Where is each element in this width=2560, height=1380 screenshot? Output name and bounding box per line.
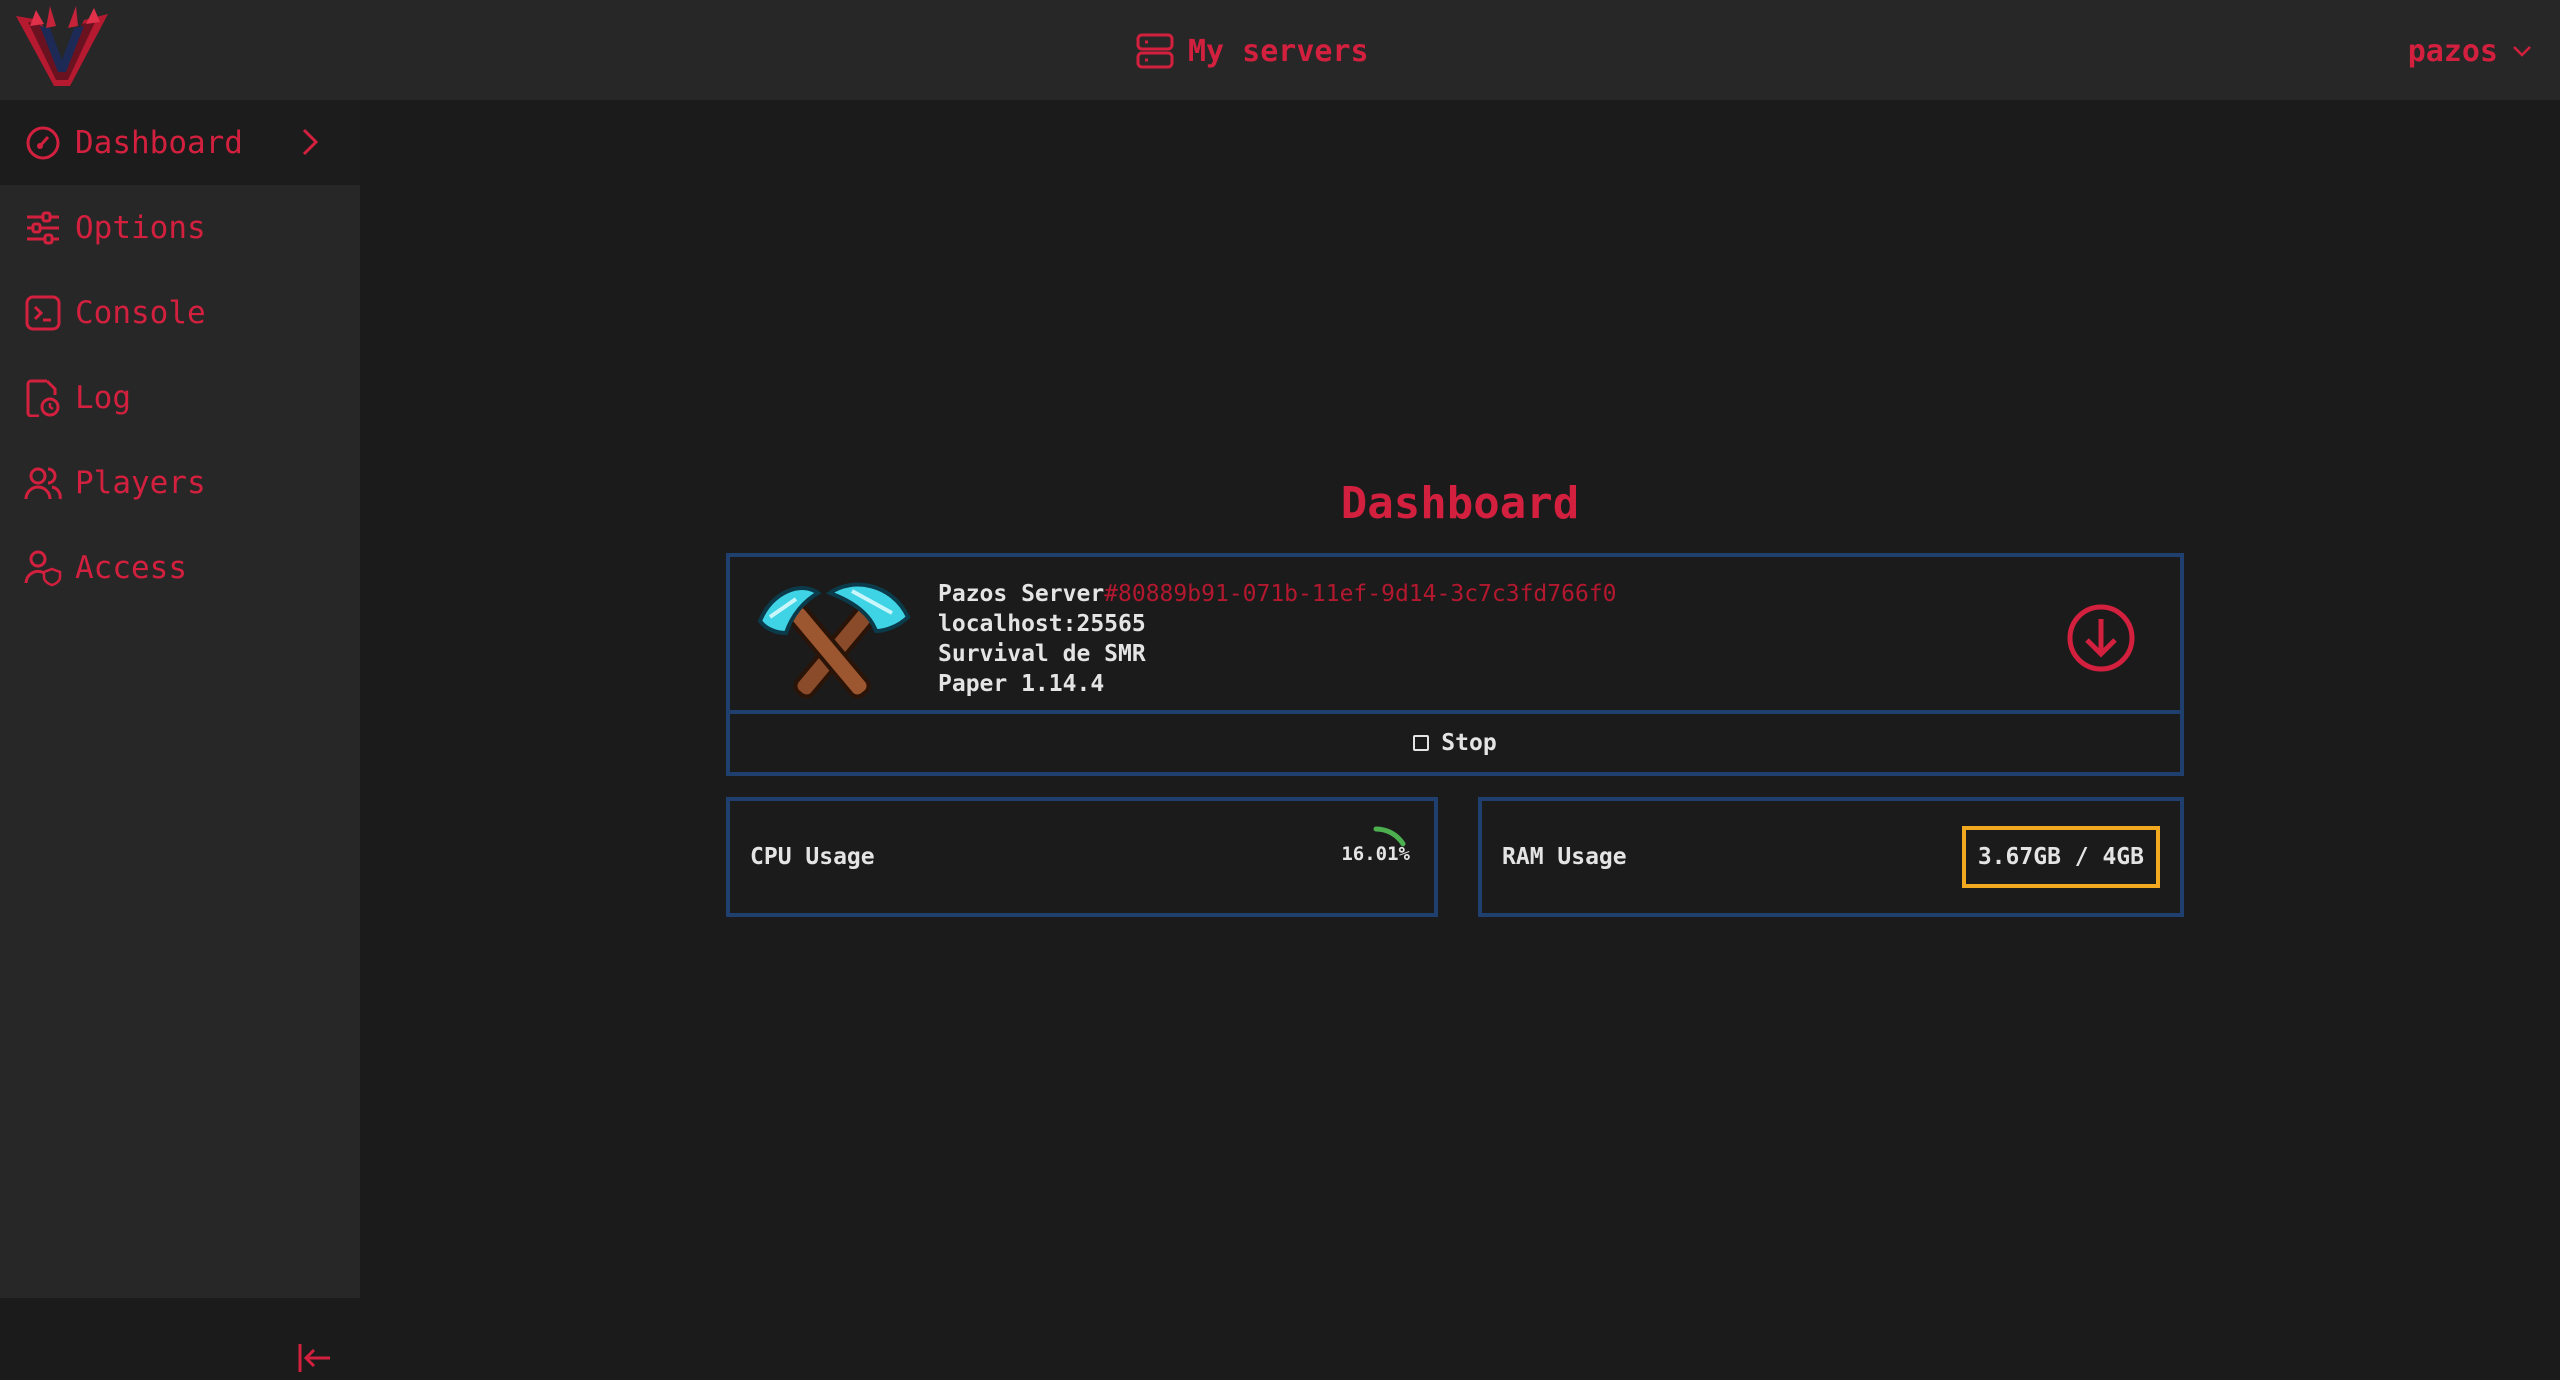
server-address: localhost:25565 xyxy=(938,611,1146,637)
server-logo-crossed-axes xyxy=(757,582,911,699)
collapse-sidebar-icon[interactable] xyxy=(292,1336,336,1380)
sidebar-item-label: Dashboard xyxy=(75,124,243,161)
cpu-usage-label: CPU Usage xyxy=(750,844,875,870)
server-info: Pazos Server#80889b91-071b-11ef-9d14-3c7… xyxy=(938,579,1617,699)
ram-usage-card: RAM Usage 3.67GB / 4GB xyxy=(1478,797,2184,917)
user-shield-icon xyxy=(23,548,63,588)
cpu-usage-value: 16.01% xyxy=(1341,843,1410,865)
sidebar-item-label: Players xyxy=(75,464,206,501)
sidebar-item-label: Log xyxy=(75,379,131,416)
gauge-icon xyxy=(23,123,63,163)
sidebar: Dashboard Options Console Log Players Ac… xyxy=(0,100,360,1372)
server-name-line: Pazos Server#80889b91-071b-11ef-9d14-3c7… xyxy=(938,579,1617,609)
main-content: Dashboard Pazos Server#80889b91-071b-11e… xyxy=(360,100,2560,1298)
sidebar-item-access[interactable]: Access xyxy=(0,525,360,610)
page-title: Dashboard xyxy=(1340,478,1580,529)
sliders-icon xyxy=(23,208,63,248)
download-icon[interactable] xyxy=(2066,603,2136,673)
app-logo[interactable] xyxy=(10,6,114,90)
user-menu[interactable]: pazos xyxy=(2408,30,2532,72)
username: pazos xyxy=(2407,33,2498,69)
stop-icon xyxy=(1413,735,1430,751)
sidebar-item-dashboard[interactable]: Dashboard xyxy=(0,100,360,185)
sidebar-item-log[interactable]: Log xyxy=(0,355,360,440)
my-servers-link[interactable]: My servers xyxy=(1136,30,1369,72)
server-card: Pazos Server#80889b91-071b-11ef-9d14-3c7… xyxy=(726,553,2184,714)
server-uuid: #80889b91-071b-11ef-9d14-3c7c3fd766f0 xyxy=(1104,581,1617,607)
sidebar-item-label: Console xyxy=(75,294,206,331)
sidebar-item-options[interactable]: Options xyxy=(0,185,360,270)
ram-usage-value: 3.67GB / 4GB xyxy=(1961,826,2160,888)
server-version: Paper 1.14.4 xyxy=(938,671,1105,697)
page-header-title: My servers xyxy=(1188,33,1369,69)
stop-button[interactable]: Stop xyxy=(726,714,2184,776)
chevron-down-icon xyxy=(2513,46,2531,57)
sidebar-item-label: Access xyxy=(75,549,187,586)
sidebar-item-label: Options xyxy=(75,209,206,246)
users-icon xyxy=(23,463,63,503)
ram-usage-label: RAM Usage xyxy=(1502,844,1627,870)
terminal-icon xyxy=(23,293,63,333)
cpu-usage-card: CPU Usage 16.01% xyxy=(726,797,1438,917)
server-description: Survival de SMR xyxy=(938,641,1146,667)
top-bar: My servers pazos xyxy=(0,0,2560,100)
server-name: Pazos Server xyxy=(938,581,1105,607)
sidebar-item-console[interactable]: Console xyxy=(0,270,360,355)
chevron-right-icon xyxy=(302,128,319,156)
server-icon xyxy=(1136,33,1174,69)
sidebar-item-players[interactable]: Players xyxy=(0,440,360,525)
stop-label: Stop xyxy=(1441,730,1497,756)
cpu-gauge-arc xyxy=(1373,826,1406,847)
file-clock-icon xyxy=(23,378,63,418)
